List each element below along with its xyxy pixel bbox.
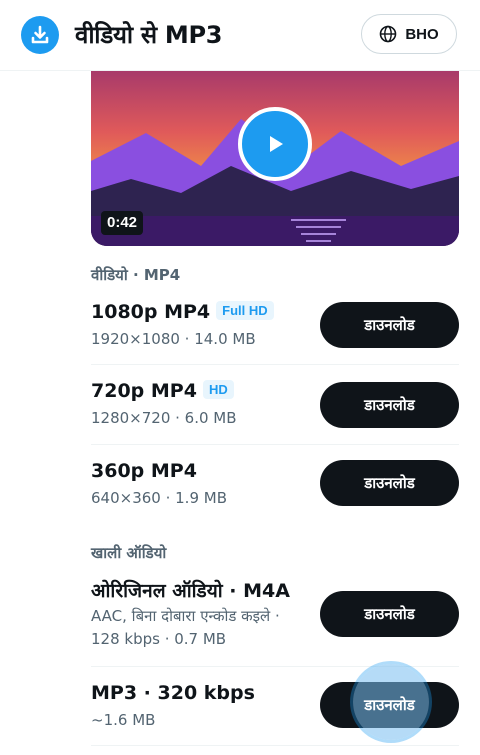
- option-meta: AAC, बिना दोबारा एन्कोड कइले ·: [91, 607, 280, 625]
- download-option-mp3: MP3 · 320 kbps ~1.6 MB डाउनलोड: [91, 664, 459, 745]
- app-header: वीडियो से MP3 BHO: [0, 0, 480, 71]
- quality-badge: Full HD: [216, 301, 274, 320]
- option-meta-line2: 128 kbps · 0.7 MB: [91, 630, 227, 648]
- option-title: 360p MP4: [91, 460, 197, 482]
- video-section-label: वीडियो · MP4: [91, 266, 181, 284]
- download-button-360p[interactable]: डाउनलोड: [320, 460, 459, 506]
- option-meta: 1920×1080 · 14.0 MB: [91, 330, 256, 348]
- download-option-1080p: 1080p MP4 Full HD 1920×1080 · 14.0 MB डाउ…: [91, 286, 459, 364]
- option-meta: 640×360 · 1.9 MB: [91, 489, 227, 507]
- download-option-720p: 720p MP4 HD 1280×720 · 6.0 MB डाउनलोड: [91, 365, 459, 444]
- option-title: 720p MP4 HD: [91, 380, 234, 402]
- video-duration: 0:42: [101, 211, 144, 235]
- option-meta: 1280×720 · 6.0 MB: [91, 409, 237, 427]
- video-preview[interactable]: 0:42: [91, 71, 459, 246]
- app-title: वीडियो से MP3: [75, 21, 223, 49]
- language-button[interactable]: BHO: [361, 14, 457, 54]
- download-logo-icon: [21, 16, 59, 54]
- audio-section-label: खाली ऑडियो: [91, 544, 167, 562]
- option-title: 1080p MP4 Full HD: [91, 301, 274, 323]
- divider: [91, 745, 459, 746]
- play-icon: [270, 136, 283, 152]
- download-button-1080p[interactable]: डाउनलोड: [320, 302, 459, 348]
- download-button-m4a[interactable]: डाउनलोड: [320, 591, 459, 637]
- option-title: ओरिजिनल ऑडियो · M4A: [91, 580, 290, 602]
- option-meta: ~1.6 MB: [91, 711, 156, 729]
- quality-badge: HD: [202, 380, 234, 399]
- language-label: BHO: [405, 25, 439, 43]
- download-button-720p[interactable]: डाउनलोड: [320, 382, 459, 428]
- download-option-m4a: ओरिजिनल ऑडियो · M4A AAC, बिना दोबारा एन्…: [91, 566, 459, 666]
- globe-icon: [380, 25, 397, 43]
- download-button-mp3[interactable]: डाउनलोड: [320, 664, 459, 740]
- play-button[interactable]: [238, 107, 312, 181]
- option-title: MP3 · 320 kbps: [91, 682, 255, 704]
- download-option-360p: 360p MP4 640×360 · 1.9 MB डाउनलोड: [91, 445, 459, 523]
